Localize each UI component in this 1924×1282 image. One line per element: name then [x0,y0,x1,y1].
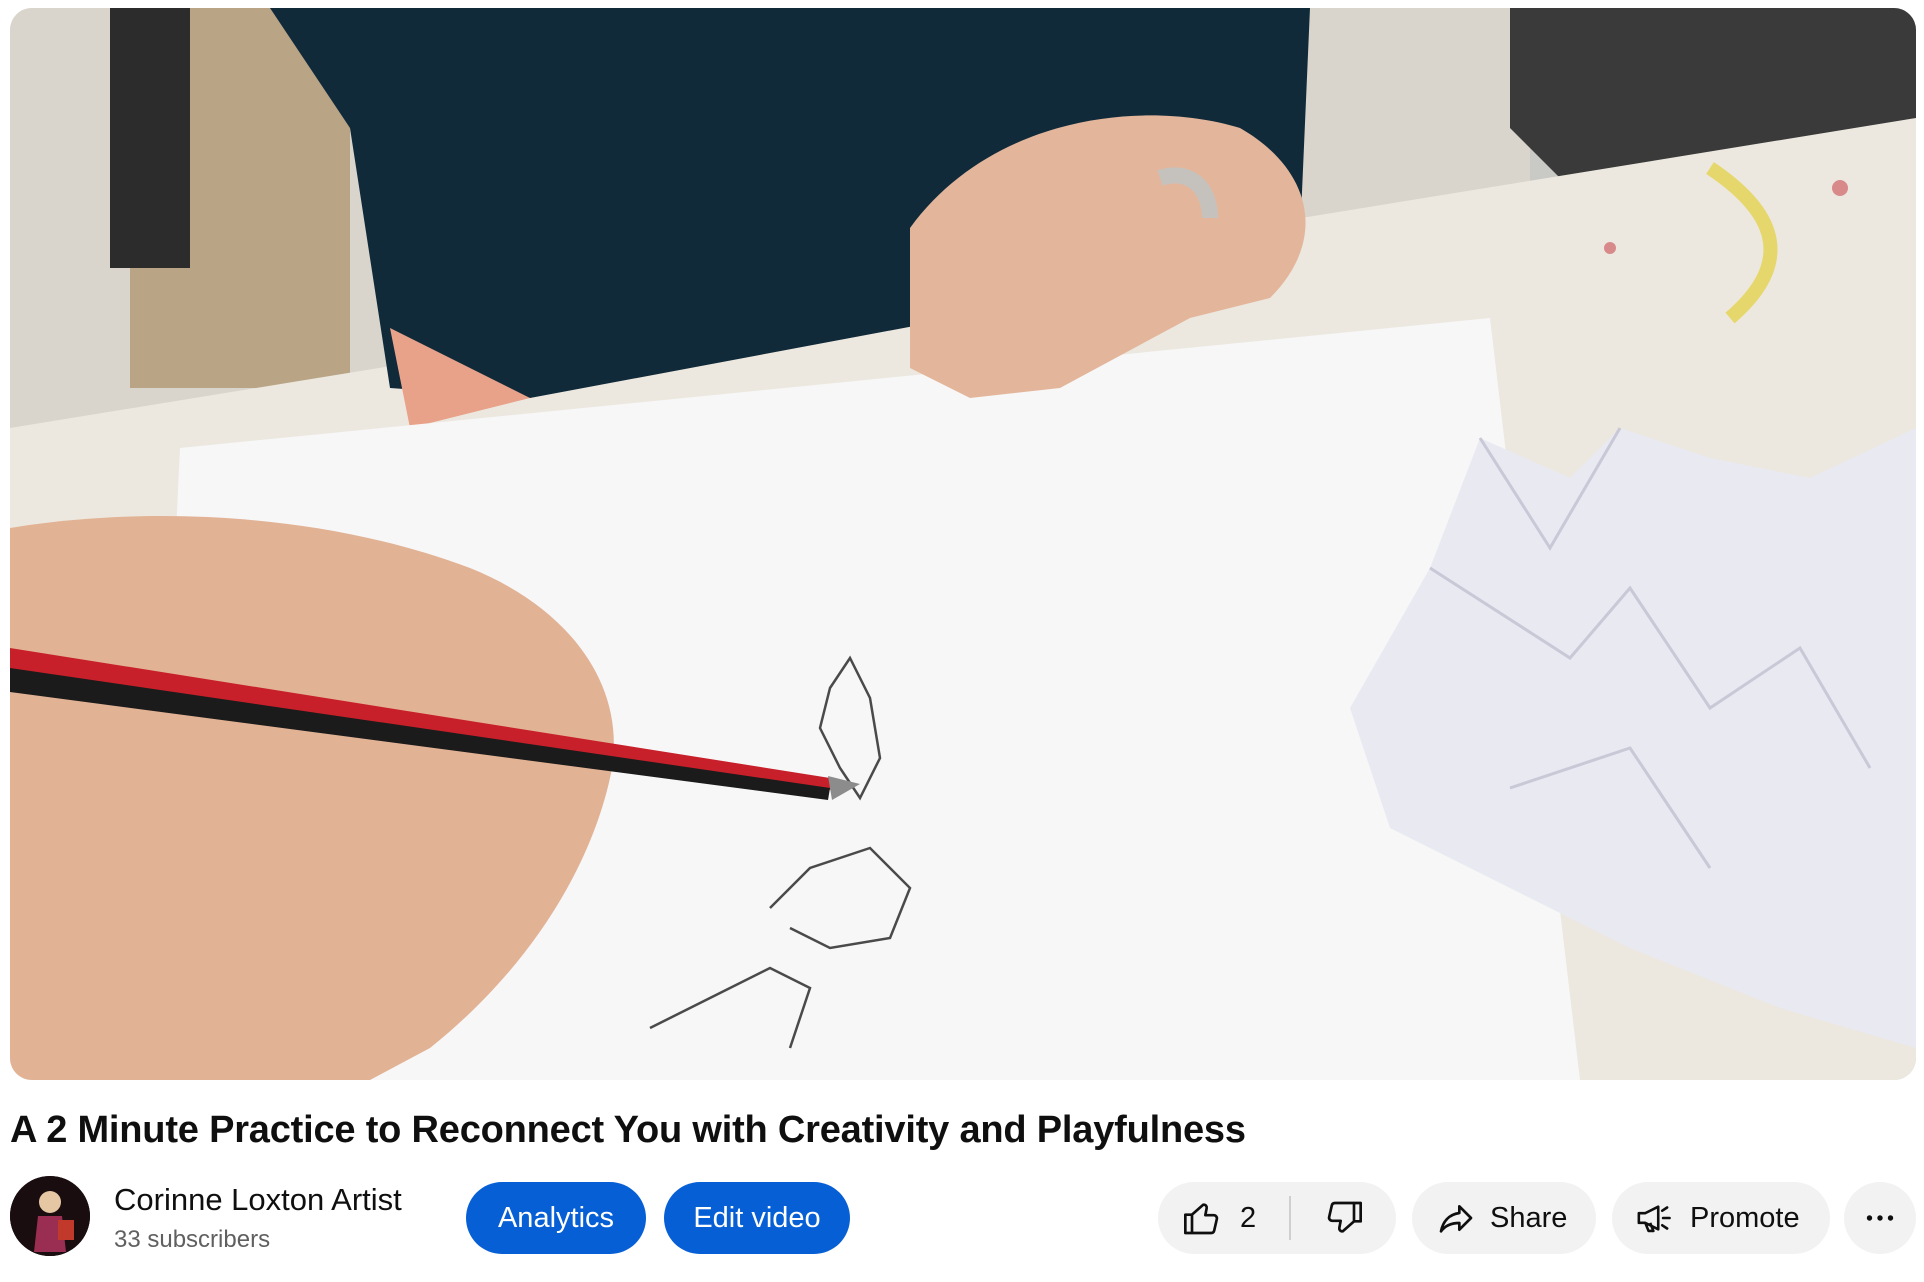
like-button[interactable]: 2 [1158,1182,1288,1254]
owner-actions-row: Corinne Loxton Artist 33 subscribers Ana… [10,1176,1916,1258]
analytics-button[interactable]: Analytics [466,1182,646,1254]
like-divider [1289,1196,1291,1240]
video-frame [10,8,1916,1080]
dislike-button[interactable] [1292,1182,1396,1254]
video-player[interactable] [10,8,1916,1080]
avatar-image [10,1176,90,1256]
like-count: 2 [1240,1201,1257,1234]
video-title: A 2 Minute Practice to Reconnect You wit… [10,1109,1246,1151]
promote-button[interactable]: Promote [1612,1182,1830,1254]
edit-video-button[interactable]: Edit video [664,1182,850,1254]
thumbs-down-icon [1327,1201,1362,1233]
like-dislike-group: 2 [1158,1182,1396,1254]
share-button[interactable]: Share [1412,1182,1596,1254]
more-actions-button[interactable] [1844,1182,1916,1254]
megaphone-icon [1637,1205,1671,1233]
promote-label: Promote [1690,1201,1800,1234]
share-arrow-icon [1439,1205,1473,1233]
subscriber-count: 33 subscribers [114,1226,271,1253]
more-horizontal-icon [1866,1215,1894,1221]
share-label: Share [1490,1201,1568,1234]
channel-avatar[interactable] [10,1176,90,1256]
channel-name[interactable]: Corinne Loxton Artist [114,1182,402,1218]
thumbs-up-icon [1184,1203,1219,1235]
